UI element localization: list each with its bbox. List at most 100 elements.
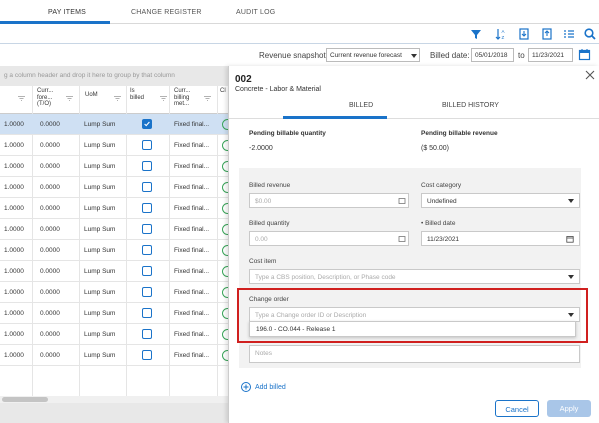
column-header-billing-method[interactable]: Curr... billing met... — [174, 88, 200, 108]
add-icon[interactable] — [241, 382, 251, 392]
is-billed-checkbox[interactable] — [142, 266, 152, 276]
pay-item-description: Concrete - Labor & Material — [235, 86, 321, 93]
billing-method-cell: Fixed final... — [174, 184, 210, 191]
grid-header: Curr... fore... (T/O) UoM Is billed Curr… — [0, 86, 228, 114]
cost-category-value: Undefined — [427, 198, 457, 205]
billed-date-value: 11/23/2021 — [427, 236, 460, 243]
table-row[interactable]: 1.0000 0.0000 Lump Sum Fixed final... — [0, 114, 228, 135]
uom-cell: Lump Sum — [84, 310, 116, 317]
table-row[interactable]: 1.0000 0.0000 Lump Sum Fixed final... — [0, 156, 228, 177]
table-row[interactable]: 1.0000 0.0000 Lump Sum Fixed final... — [0, 198, 228, 219]
sort-icon[interactable]: A Z — [494, 27, 508, 41]
tab-change-register[interactable]: CHANGE REGISTER — [131, 9, 202, 16]
is-billed-checkbox[interactable] — [142, 161, 152, 171]
table-row[interactable]: 1.0000 0.0000 Lump Sum Fixed final... — [0, 219, 228, 240]
billed-date-field-label: • Billed date — [421, 220, 456, 227]
date-to-label: to — [518, 51, 525, 60]
add-billed-link[interactable]: Add billed — [255, 384, 286, 391]
table-row[interactable]: 1.0000 0.0000 Lump Sum Fixed final... — [0, 135, 228, 156]
table-row[interactable]: 1.0000 0.0000 Lump Sum Fixed final... — [0, 303, 228, 324]
tab-billed-history[interactable]: BILLED HISTORY — [442, 102, 499, 109]
is-billed-checkbox[interactable] — [142, 329, 152, 339]
billed-date-input[interactable]: 11/23/2021 — [421, 231, 580, 246]
revenue-snapshot-select[interactable]: Current revenue forecast — [326, 48, 420, 62]
forecast-cell: 0.0000 — [40, 289, 60, 296]
billed-revenue-input[interactable]: $0.00 — [249, 193, 409, 208]
filter-icon[interactable] — [469, 27, 483, 41]
is-billed-checkbox[interactable] — [142, 245, 152, 255]
grid-footer — [0, 403, 228, 423]
pending-quantity-label: Pending billable quantity — [249, 130, 326, 137]
uom-cell: Lump Sum — [84, 247, 116, 254]
tab-pay-items[interactable]: PAY ITEMS — [48, 9, 86, 16]
table-row[interactable]: 1.0000 0.0000 Lump Sum Fixed final... — [0, 240, 228, 261]
pending-revenue-label: Pending billable revenue — [421, 130, 498, 137]
billing-method-cell: Fixed final... — [174, 247, 210, 254]
change-order-dropdown-option[interactable]: 196.0 - CO.044 - Release 1 — [249, 321, 576, 337]
quantity-cell: 1.0000 — [4, 226, 24, 233]
billed-quantity-input[interactable]: 0.00 — [249, 231, 409, 246]
forecast-cell: 0.0000 — [40, 121, 60, 128]
is-billed-checkbox[interactable] — [142, 182, 152, 192]
cost-item-select[interactable]: Type a CBS position, Description, or Pha… — [249, 269, 580, 284]
notes-input[interactable]: Notes — [249, 345, 580, 363]
scrollbar-thumb[interactable] — [2, 397, 48, 402]
column-header-uom[interactable]: UoM — [85, 92, 98, 99]
forecast-cell: 0.0000 — [40, 226, 60, 233]
table-row[interactable]: 1.0000 0.0000 Lump Sum Fixed final... — [0, 324, 228, 345]
table-row[interactable]: 1.0000 0.0000 Lump Sum Fixed final... — [0, 345, 228, 366]
uom-cell: Lump Sum — [84, 352, 116, 359]
cost-category-label: Cost category — [421, 182, 462, 189]
column-filter-icon[interactable] — [160, 96, 167, 101]
calendar-icon[interactable] — [578, 48, 591, 61]
is-billed-checkbox[interactable] — [142, 203, 152, 213]
column-header-current-forecast[interactable]: Curr... fore... (T/O) — [37, 88, 63, 108]
is-billed-checkbox[interactable] — [142, 119, 152, 129]
column-settings-icon[interactable] — [562, 27, 576, 41]
quantity-cell: 1.0000 — [4, 184, 24, 191]
uom-cell: Lump Sum — [84, 331, 116, 338]
table-row[interactable]: 1.0000 0.0000 Lump Sum Fixed final... — [0, 282, 228, 303]
table-row[interactable]: 1.0000 0.0000 Lump Sum Fixed final... — [0, 177, 228, 198]
active-tab-indicator — [283, 116, 387, 119]
column-filter-icon[interactable] — [114, 96, 121, 101]
column-header-is-billed[interactable]: Is billed — [130, 88, 150, 101]
cost-item-label: Cost item — [249, 258, 277, 265]
uom-cell: Lump Sum — [84, 226, 116, 233]
quantity-cell: 1.0000 — [4, 310, 24, 317]
apply-button[interactable]: Apply — [547, 400, 591, 417]
import-icon[interactable] — [540, 27, 554, 41]
close-icon[interactable] — [584, 69, 596, 81]
billing-method-cell: Fixed final... — [174, 331, 210, 338]
is-billed-checkbox[interactable] — [142, 140, 152, 150]
chevron-down-icon — [568, 199, 574, 203]
search-icon[interactable] — [583, 27, 597, 41]
billed-date-to-input[interactable]: 11/23/2021 — [528, 48, 573, 62]
export-icon[interactable] — [517, 27, 531, 41]
pending-revenue-value: ($ 50.00) — [421, 145, 450, 152]
forecast-cell: 0.0000 — [40, 268, 60, 275]
quantity-cell: 1.0000 — [4, 247, 24, 254]
cost-category-select[interactable]: Undefined — [421, 193, 580, 208]
calendar-icon[interactable] — [566, 235, 574, 243]
is-billed-checkbox[interactable] — [142, 308, 152, 318]
tab-billed[interactable]: BILLED — [349, 102, 373, 109]
table-row[interactable]: 1.0000 0.0000 Lump Sum Fixed final... — [0, 261, 228, 282]
pending-quantity-value: -2.0000 — [249, 145, 273, 152]
notes-placeholder: Notes — [255, 350, 272, 357]
top-tab-bar: PAY ITEMS CHANGE REGISTER AUDIT LOG — [0, 0, 599, 24]
column-filter-icon[interactable] — [66, 96, 73, 101]
uom-cell: Lump Sum — [84, 163, 116, 170]
forecast-cell: 0.0000 — [40, 310, 60, 317]
is-billed-checkbox[interactable] — [142, 350, 152, 360]
cancel-button[interactable]: Cancel — [495, 400, 539, 417]
forecast-cell: 0.0000 — [40, 331, 60, 338]
column-filter-icon[interactable] — [204, 96, 211, 101]
column-header-cl[interactable]: Cl — [220, 88, 226, 95]
is-billed-checkbox[interactable] — [142, 287, 152, 297]
horizontal-scrollbar[interactable] — [0, 396, 228, 403]
column-filter-icon[interactable] — [18, 96, 25, 101]
is-billed-checkbox[interactable] — [142, 224, 152, 234]
billed-date-from-input[interactable]: 05/01/2018 — [471, 48, 514, 62]
tab-audit-log[interactable]: AUDIT LOG — [236, 9, 275, 16]
